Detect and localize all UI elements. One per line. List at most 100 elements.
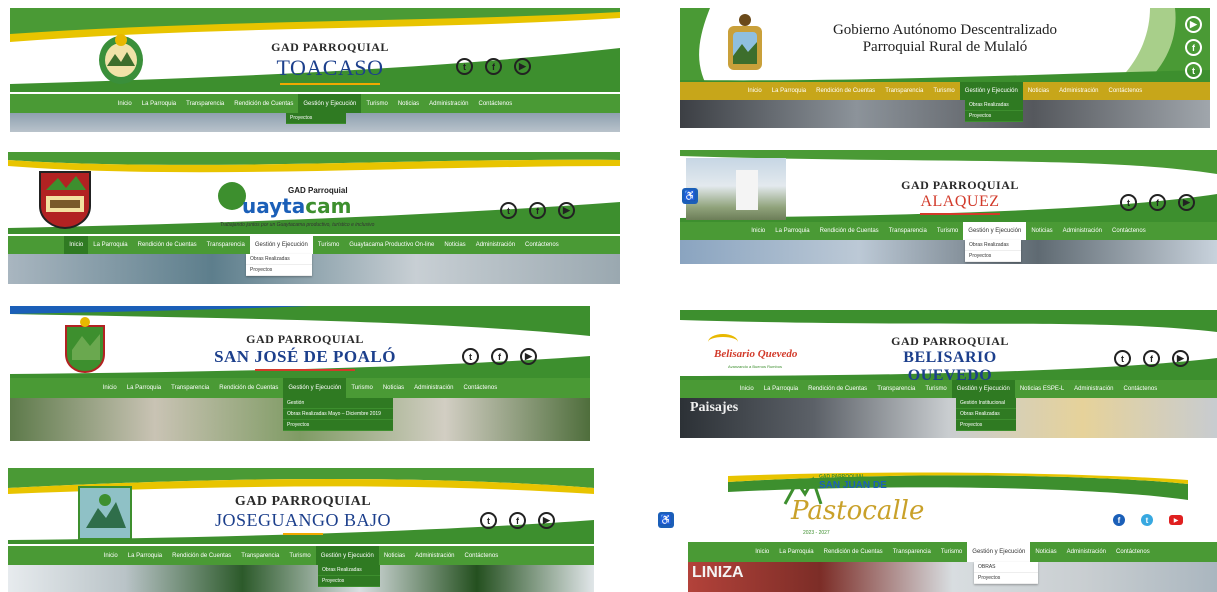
nav-item-active[interactable]: Gestión y Ejecución <box>298 94 362 113</box>
nav-item[interactable]: La Parroquia <box>137 94 181 113</box>
nav-item[interactable]: Administración <box>1058 222 1107 240</box>
dropdown-item[interactable]: Proyectos <box>286 113 346 124</box>
nav-item[interactable]: Transparencia <box>884 222 932 240</box>
facebook-icon[interactable]: f <box>1149 194 1166 211</box>
nav-item[interactable]: La Parroquia <box>88 236 132 254</box>
nav-item[interactable]: Transparencia <box>166 378 214 398</box>
facebook-icon[interactable]: f <box>1143 350 1160 367</box>
nav-item[interactable]: Administración <box>1054 82 1103 100</box>
nav-item[interactable]: Transparencia <box>888 542 936 562</box>
nav-item[interactable]: Noticias ESPE-L <box>1015 380 1069 398</box>
nav-item[interactable]: Contáctenos <box>1107 222 1151 240</box>
dropdown-item[interactable]: Gestión Institucional <box>956 398 1016 409</box>
nav-item[interactable]: Turismo <box>932 222 963 240</box>
youtube-icon[interactable]: ▶ <box>520 348 537 365</box>
dropdown-item[interactable]: Obras Realizadas <box>246 254 312 265</box>
nav-item[interactable]: Noticias <box>439 236 470 254</box>
accessibility-icon[interactable]: ♿ <box>682 188 698 204</box>
nav-item[interactable]: Administración <box>1069 380 1118 398</box>
nav-item[interactable]: Contáctenos <box>1104 82 1148 100</box>
nav-item[interactable]: Contáctenos <box>1119 380 1163 398</box>
nav-item[interactable]: Transparencia <box>872 380 920 398</box>
facebook-icon[interactable]: f <box>485 58 502 75</box>
twitter-icon[interactable]: t <box>456 58 473 75</box>
nav-item[interactable]: Contáctenos <box>460 546 504 565</box>
dropdown-item[interactable]: Obras Realizadas <box>965 240 1021 251</box>
dropdown-item[interactable]: Gestión <box>283 398 393 409</box>
dropdown-item[interactable]: Obras Realizadas <box>965 100 1023 111</box>
nav-item[interactable]: Noticias <box>378 378 409 398</box>
facebook-icon[interactable]: f <box>509 512 526 529</box>
nav-item[interactable]: Rendición de Cuentas <box>803 380 872 398</box>
nav-item-open[interactable]: Gestión y Ejecución <box>967 542 1031 562</box>
nav-item[interactable]: Turismo <box>346 378 377 398</box>
nav-item[interactable]: Inicio <box>98 378 122 398</box>
nav-item[interactable]: Contáctenos <box>474 94 518 113</box>
nav-item[interactable]: La Parroquia <box>770 222 814 240</box>
dropdown-item[interactable]: Proyectos <box>956 420 1016 431</box>
twitter-icon[interactable]: t <box>480 512 497 529</box>
nav-item[interactable]: Transparencia <box>236 546 284 565</box>
nav-item[interactable]: Inicio <box>99 546 123 565</box>
nav-item[interactable]: Rendición de Cuentas <box>167 546 236 565</box>
dropdown-item[interactable]: Obras Realizadas Mayo – Diciembre 2019 <box>283 409 393 420</box>
dropdown-item[interactable]: Proyectos <box>965 251 1021 262</box>
nav-item-active[interactable]: Gestión y Ejecución <box>283 378 347 398</box>
nav-item[interactable]: Contáctenos <box>459 378 503 398</box>
nav-item[interactable]: Rendición de Cuentas <box>214 378 283 398</box>
nav-item-active[interactable]: Gestión y Ejecución <box>951 380 1015 398</box>
nav-item[interactable]: Rendición de Cuentas <box>815 222 884 240</box>
youtube-icon[interactable]: ▶ <box>1185 16 1202 33</box>
nav-item[interactable]: Noticias <box>393 94 424 113</box>
nav-item[interactable]: Contáctenos <box>1111 542 1155 562</box>
youtube-icon[interactable]: ▶ <box>558 202 575 219</box>
twitter-icon[interactable]: t <box>500 202 517 219</box>
nav-item[interactable]: Noticias <box>1030 542 1061 562</box>
nav-item[interactable]: Rendición de Cuentas <box>811 82 880 100</box>
nav-item-active[interactable]: Gestión y Ejecución <box>315 546 379 565</box>
dropdown-item[interactable]: OBRAS <box>974 562 1038 573</box>
nav-item[interactable]: La Parroquia <box>122 378 166 398</box>
nav-item[interactable]: Transparencia <box>202 236 250 254</box>
nav-item-active[interactable]: Inicio <box>64 236 89 254</box>
nav-item[interactable]: Turismo <box>284 546 315 565</box>
nav-item[interactable]: Administración <box>409 378 458 398</box>
facebook-icon[interactable]: f <box>529 202 546 219</box>
nav-item[interactable]: Administración <box>424 94 473 113</box>
nav-item[interactable]: Rendición de Cuentas <box>819 542 888 562</box>
nav-item[interactable]: La Parroquia <box>123 546 167 565</box>
nav-item[interactable]: La Parroquia <box>767 82 811 100</box>
nav-item[interactable]: Administración <box>410 546 459 565</box>
dropdown-item[interactable]: Proyectos <box>974 573 1038 584</box>
nav-item[interactable]: Rendición de Cuentas <box>133 236 202 254</box>
accessibility-icon[interactable]: ♿ <box>658 512 674 528</box>
twitter-icon[interactable]: t <box>462 348 479 365</box>
nav-item-open[interactable]: Gestión y Ejecución <box>249 236 313 254</box>
nav-item[interactable]: Turismo <box>920 380 951 398</box>
twitter-icon[interactable]: t <box>1185 62 1202 79</box>
youtube-icon[interactable]: ▶ <box>1169 515 1183 525</box>
nav-item[interactable]: Noticias <box>379 546 410 565</box>
facebook-icon[interactable]: f <box>491 348 508 365</box>
dropdown-item[interactable]: Obras Realizadas <box>956 409 1016 420</box>
dropdown-item[interactable]: Obras Realizadas <box>318 565 380 576</box>
nav-item[interactable]: Inicio <box>743 82 767 100</box>
nav-item[interactable]: La Parroquia <box>759 380 803 398</box>
nav-item[interactable]: Transparencia <box>880 82 928 100</box>
facebook-icon[interactable]: f <box>1113 514 1125 526</box>
nav-item[interactable]: Noticias <box>1023 82 1054 100</box>
nav-item[interactable]: Turismo <box>928 82 959 100</box>
nav-item[interactable]: Noticias <box>1026 222 1057 240</box>
nav-item[interactable]: Inicio <box>750 542 774 562</box>
nav-item[interactable]: Administración <box>471 236 520 254</box>
nav-item[interactable]: Rendición de Cuentas <box>229 94 298 113</box>
nav-item[interactable]: Inicio <box>746 222 770 240</box>
nav-item[interactable]: Guaytacama Productivo On-line <box>344 236 439 254</box>
nav-item[interactable]: La Parroquia <box>774 542 818 562</box>
nav-item[interactable]: Turismo <box>361 94 392 113</box>
nav-item-open[interactable]: Gestión y Ejecución <box>963 222 1027 240</box>
twitter-icon[interactable]: t <box>1120 194 1137 211</box>
nav-item[interactable]: Turismo <box>936 542 967 562</box>
nav-item[interactable]: Inicio <box>113 94 137 113</box>
youtube-icon[interactable]: ▶ <box>1178 194 1195 211</box>
